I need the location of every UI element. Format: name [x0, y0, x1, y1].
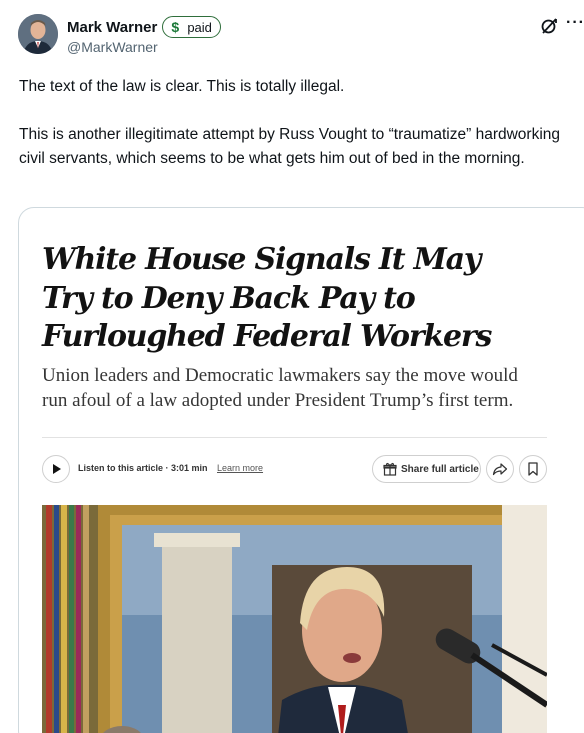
tweet-paragraph: The text of the law is clear. This is to…: [19, 78, 345, 95]
tweet-header: Mark Warner $ paid @MarkWarner ···: [18, 12, 584, 58]
bookmark-button[interactable]: [519, 455, 547, 483]
divider: [42, 437, 547, 438]
name-row: Mark Warner $ paid: [67, 16, 221, 38]
author-handle[interactable]: @MarkWarner: [67, 39, 158, 55]
learn-more-link[interactable]: Learn more: [217, 463, 263, 473]
grok-icon[interactable]: [539, 16, 559, 36]
more-icon[interactable]: ···: [566, 14, 584, 32]
article-headline: White House Signals It May Try to Deny B…: [42, 242, 492, 354]
share-arrow-icon: [492, 463, 508, 476]
article-photo[interactable]: [42, 505, 547, 733]
share-full-article-label: Share full article: [401, 463, 479, 475]
listen-label: Listen to this article · 3:01 min: [78, 463, 208, 473]
share-button[interactable]: [486, 455, 514, 483]
tweet-paragraph: This is another illegitimate attempt by …: [19, 126, 561, 167]
avatar[interactable]: [18, 14, 58, 54]
article-card[interactable]: White House Signals It May Try to Deny B…: [18, 207, 584, 733]
dollar-icon: $: [167, 19, 184, 35]
author-name[interactable]: Mark Warner: [67, 19, 157, 36]
share-full-article-button[interactable]: Share full article: [372, 455, 481, 483]
tweet-text: The text of the law is clear. This is to…: [19, 75, 574, 171]
gift-icon: [383, 462, 397, 476]
play-icon: [53, 464, 61, 474]
paid-badge[interactable]: $ paid: [162, 16, 221, 38]
bookmark-icon: [528, 462, 538, 476]
audio-row: Listen to this article · 3:01 min Learn …: [42, 455, 552, 485]
play-button[interactable]: [42, 455, 70, 483]
article-subhead: Union leaders and Democratic lawmakers s…: [42, 365, 518, 411]
paid-badge-label: paid: [187, 19, 212, 35]
